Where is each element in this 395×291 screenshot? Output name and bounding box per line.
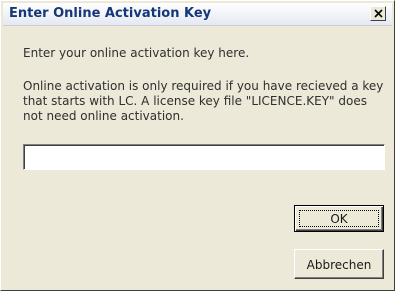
ok-button[interactable]: OK	[294, 205, 384, 232]
cancel-button[interactable]: Abbrechen	[294, 249, 384, 279]
activation-key-input[interactable]	[23, 144, 385, 170]
info-text: Online activation is only required if yo…	[23, 79, 384, 123]
close-icon	[374, 9, 383, 18]
ok-button-label: OK	[330, 212, 348, 226]
activation-dialog: Enter Online Activation Key Enter your o…	[0, 0, 395, 291]
close-button[interactable]	[370, 6, 386, 21]
dialog-title: Enter Online Activation Key	[9, 6, 212, 21]
cancel-button-label: Abbrechen	[306, 258, 372, 272]
prompt-text: Enter your online activation key here.	[23, 46, 250, 60]
title-bar[interactable]: Enter Online Activation Key	[3, 3, 392, 26]
